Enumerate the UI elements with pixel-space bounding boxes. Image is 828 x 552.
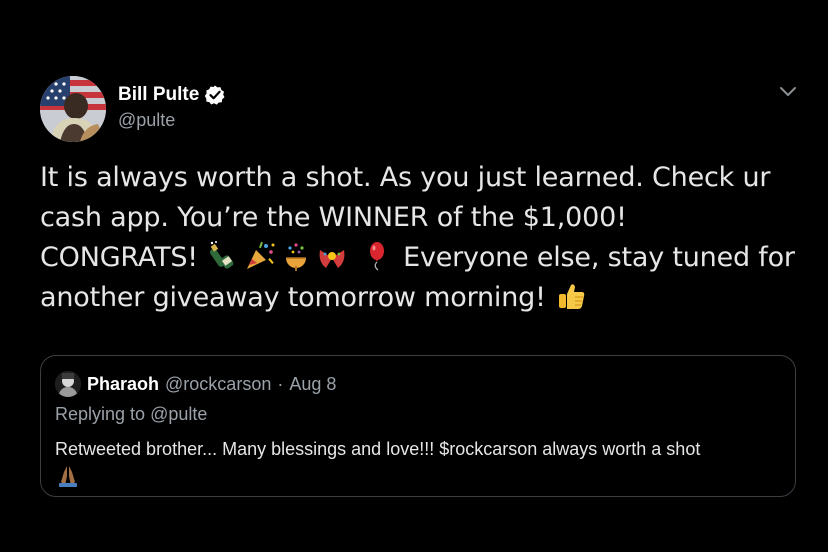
quoted-tweet-body: Retweeted brother... Many blessings and … bbox=[55, 439, 701, 459]
folded-hands-icon bbox=[55, 462, 81, 488]
quoted-tweet[interactable]: Pharaoh @rockcarson · Aug 8 Replying to … bbox=[40, 355, 796, 497]
wrapped-gift-icon bbox=[316, 240, 348, 272]
replying-to-line: Replying to @pulte bbox=[55, 404, 207, 425]
tweet-text: It is always worth a shot. As you just l… bbox=[40, 158, 800, 318]
author-name[interactable]: Bill Pulte bbox=[118, 84, 199, 106]
congrats-text: CONGRATS! bbox=[40, 242, 198, 273]
quoted-author-handle[interactable]: @rockcarson bbox=[165, 374, 271, 395]
replying-to-mention[interactable]: @pulte bbox=[150, 404, 207, 424]
verified-badge-icon bbox=[204, 84, 226, 106]
tweet-text-segment: Everyone else, stay tuned for bbox=[403, 242, 795, 273]
replying-to-label: Replying to bbox=[55, 404, 146, 424]
quoted-author-avatar[interactable] bbox=[55, 371, 81, 397]
author-handle[interactable]: @pulte bbox=[118, 110, 226, 131]
thumbs-up-icon bbox=[556, 280, 588, 312]
champagne-bottle-icon bbox=[208, 240, 240, 272]
tweet-text-line-with-emojis: CONGRATS! Everyone else, stay tuned for bbox=[40, 238, 800, 278]
separator-dot: · bbox=[277, 373, 284, 394]
quoted-tweet-header: Pharaoh @rockcarson · Aug 8 bbox=[55, 371, 336, 397]
confetti-ball-icon bbox=[280, 240, 312, 272]
tweet-text-line: cash app. You’re the WINNER of the $1,00… bbox=[40, 202, 627, 233]
chevron-down-icon[interactable] bbox=[778, 84, 798, 100]
tweet-card: Bill Pulte @pulte It is always worth a s… bbox=[0, 0, 828, 552]
quoted-tweet-text: Retweeted brother... Many blessings and … bbox=[55, 436, 785, 488]
tweet-text-line: It is always worth a shot. As you just l… bbox=[40, 162, 771, 193]
quoted-author-name[interactable]: Pharaoh bbox=[87, 374, 159, 395]
quoted-tweet-date[interactable]: Aug 8 bbox=[289, 374, 336, 395]
tweet-text-segment: another giveaway tomorrow morning! bbox=[40, 282, 546, 313]
author-avatar[interactable] bbox=[40, 76, 106, 142]
avatar-image bbox=[40, 76, 106, 142]
balloon-icon bbox=[361, 240, 393, 272]
party-popper-icon bbox=[244, 240, 276, 272]
author-block: Bill Pulte @pulte bbox=[118, 83, 226, 131]
tweet-text-line-with-emoji: another giveaway tomorrow morning! bbox=[40, 278, 800, 318]
